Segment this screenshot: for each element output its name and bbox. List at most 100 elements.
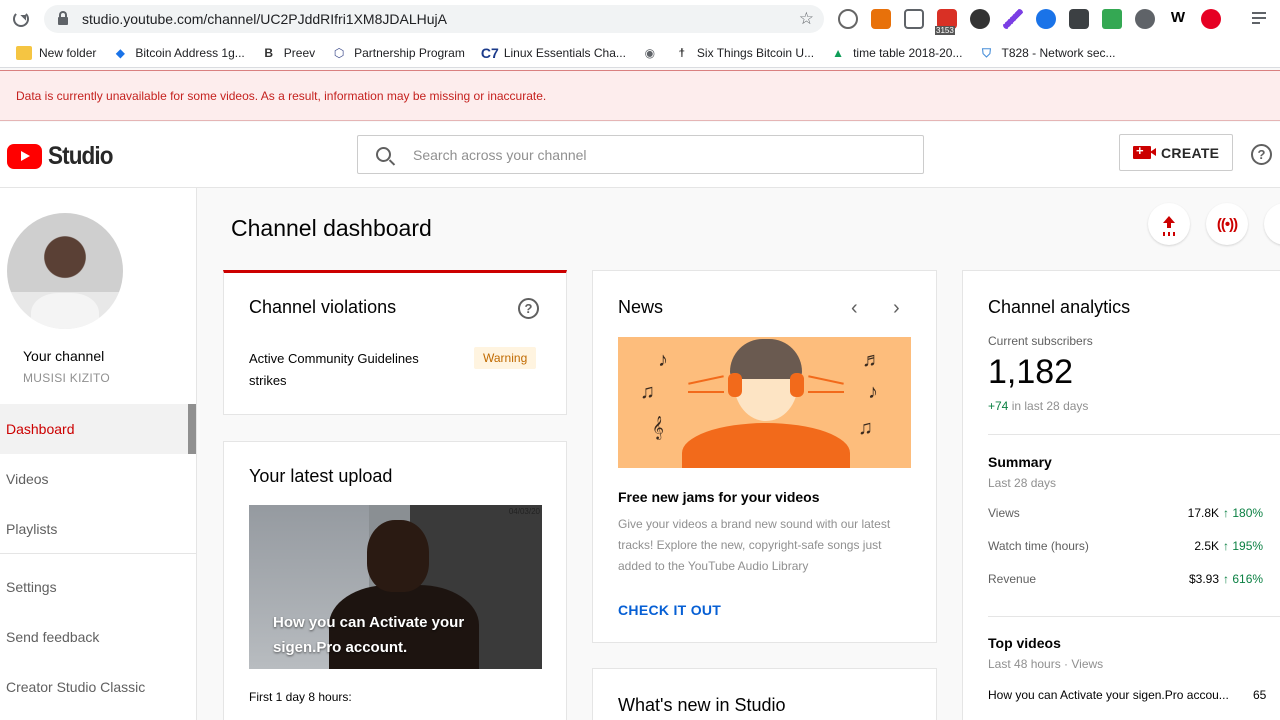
six-things-icon: ϯ <box>679 45 685 60</box>
bookmark-label: time table 2018-20... <box>853 45 963 60</box>
avatar[interactable] <box>7 213 123 329</box>
video-camera-icon <box>1133 143 1156 159</box>
music-note-icon: ♫ <box>640 381 655 403</box>
summary-title: Summary <box>988 454 1052 470</box>
search-icon[interactable] <box>376 147 391 162</box>
summary-row-label: Revenue <box>988 572 1037 586</box>
illustration-shirt <box>682 423 850 468</box>
top-video-views: 65 <box>1253 688 1267 702</box>
sidebar-item-creator-studio-classic[interactable]: Creator Studio Classic <box>0 662 196 712</box>
headphone-icon <box>790 373 804 397</box>
youtube-logo-icon <box>7 144 42 169</box>
w-icon[interactable]: W <box>1168 9 1188 29</box>
bookmark-item[interactable]: ϯ Six Things Bitcoin U... <box>674 46 814 60</box>
news-body: Give your videos a brand new sound with … <box>618 517 891 573</box>
top-video-item[interactable]: How you can Activate your sigen.Pro acco… <box>988 688 1266 702</box>
pen-icon[interactable] <box>1003 9 1023 29</box>
url-text[interactable]: studio.youtube.com/channel/UC2PJddRIfri1… <box>82 11 447 27</box>
sidebar-item-send-feedback[interactable]: Send feedback <box>0 612 196 662</box>
help-icon[interactable]: ? <box>518 298 539 319</box>
shield-icon: ⛉ <box>981 45 991 60</box>
bookmark-item[interactable]: B Preev <box>261 46 315 60</box>
studio-logo[interactable]: Studio <box>7 142 120 171</box>
extension-icons: 3153 W <box>838 9 1221 35</box>
divider <box>988 434 1280 435</box>
video-thumbnail[interactable]: 04/03/20 How you can Activate your sigen… <box>249 505 542 669</box>
news-headline: Free new jams for your videos <box>618 489 820 505</box>
pinterest-icon[interactable] <box>1201 9 1221 29</box>
bookmark-label: Linux Essentials Cha... <box>503 45 626 60</box>
gmail-counter-icon[interactable]: 3153 <box>935 9 957 35</box>
bookmarks-bar: New folder ◆ Bitcoin Address 1g... B Preev… <box>0 38 1280 68</box>
globe-icon: ◉ <box>644 45 656 60</box>
window-icon[interactable] <box>904 9 924 29</box>
summary-row-change: ↑ 195% <box>1223 539 1264 553</box>
data-warning-banner: Data is currently unavailable for some v… <box>0 70 1280 121</box>
address-bar[interactable]: studio.youtube.com/channel/UC2PJddRIfri1… <box>44 5 824 33</box>
bookmark-item[interactable]: ◆ Bitcoin Address 1g... <box>112 45 245 60</box>
news-illustration[interactable]: ♪ ♫ 𝄞 ♬ ♪ ♫ <box>618 337 911 468</box>
subscriber-delta: +74 in last 28 days <box>988 399 1088 413</box>
bookmark-item[interactable]: C7 Linux Essentials Cha... <box>481 46 626 60</box>
sidebar-item-settings[interactable]: Settings <box>0 562 196 612</box>
summary-subtitle: Last 28 days <box>988 476 1057 490</box>
subscriber-count: 1,182 <box>988 353 1074 391</box>
your-channel-label[interactable]: Your channel <box>23 348 104 364</box>
delta-value: +74 <box>988 399 1009 413</box>
latest-upload-card: Your latest upload 04/03/20 How you can … <box>223 441 567 720</box>
top-videos-subtitle: Last 48 hours · Views <box>988 657 1104 671</box>
bookmark-item[interactable]: New folder <box>16 45 97 60</box>
summary-row-value: 17.8K <box>1187 506 1219 520</box>
bookmark-label: New folder <box>39 45 97 60</box>
posts-button[interactable] <box>1264 203 1280 245</box>
top-video-title: How you can Activate your sigen.Pro acco… <box>988 688 1229 702</box>
search-input[interactable] <box>413 146 893 163</box>
music-note-icon: ♪ <box>868 381 878 403</box>
sidebar: Your channel MUSISI KIZITO Dashboard Vid… <box>0 188 197 720</box>
create-button[interactable]: CREATE <box>1119 134 1233 171</box>
search-box[interactable] <box>357 135 924 174</box>
thumbnail-caption: How you can Activate your sigen.Pro acco… <box>273 614 465 656</box>
page-title: Channel dashboard <box>231 215 432 241</box>
sound-ray <box>808 375 844 385</box>
banner-text: Data is currently unavailable for some v… <box>16 88 547 103</box>
help-icon[interactable]: ? <box>1251 144 1272 165</box>
skype-icon[interactable] <box>838 9 858 29</box>
bookmark-item[interactable]: ◉ <box>642 46 658 60</box>
chevron-right-icon[interactable]: › <box>893 297 900 320</box>
bookmark-label: Bitcoin Address 1g... <box>135 45 245 60</box>
upload-button[interactable] <box>1148 203 1190 245</box>
bookmark-label: T828 - Network sec... <box>1001 45 1116 60</box>
sidebar-item-videos[interactable]: Videos <box>0 454 196 504</box>
bookmark-item[interactable]: ⛉ T828 - Network sec... <box>978 45 1116 60</box>
check-it-out-link[interactable]: CHECK IT OUT <box>618 602 721 618</box>
m-icon[interactable] <box>1135 9 1155 29</box>
card-title: Your latest upload <box>249 466 393 486</box>
sidebar-item-label: Videos <box>6 471 49 487</box>
sound-ray <box>688 391 724 393</box>
terminal-icon[interactable] <box>1069 9 1089 29</box>
bookmark-star-icon[interactable]: ☆ <box>799 9 814 29</box>
go-live-button[interactable]: ((•)) <box>1206 203 1248 245</box>
lock-extension-icon[interactable] <box>871 9 891 29</box>
whats-new-card: What's new in Studio <box>592 668 937 720</box>
sidebar-item-playlists[interactable]: Playlists <box>0 504 196 554</box>
sidebar-item-dashboard[interactable]: Dashboard <box>0 404 196 454</box>
reload-icon[interactable] <box>13 11 29 27</box>
sidebar-item-label: Creator Studio Classic <box>6 679 146 695</box>
preev-icon: B <box>264 45 274 60</box>
download-icon[interactable] <box>1102 9 1122 29</box>
chevron-left-icon[interactable]: ‹ <box>851 297 858 320</box>
bookmark-item[interactable]: ⬡ Partnership Program <box>331 46 465 60</box>
bookmark-item[interactable]: ▲ time table 2018-20... <box>830 46 962 60</box>
at-icon[interactable] <box>1036 9 1056 29</box>
channel-name: MUSISI KIZITO <box>23 371 111 385</box>
live-broadcast-icon: ((•)) <box>1216 215 1238 233</box>
playlist-menu-icon[interactable] <box>1252 12 1266 27</box>
change-percent: 195% <box>1232 539 1264 553</box>
card-title: News <box>618 297 664 317</box>
bookmark-label: Six Things Bitcoin U... <box>696 45 815 60</box>
circle-icon[interactable] <box>970 9 990 29</box>
top-videos-title: Top videos <box>988 635 1061 651</box>
sidebar-item-label: Playlists <box>6 521 58 537</box>
